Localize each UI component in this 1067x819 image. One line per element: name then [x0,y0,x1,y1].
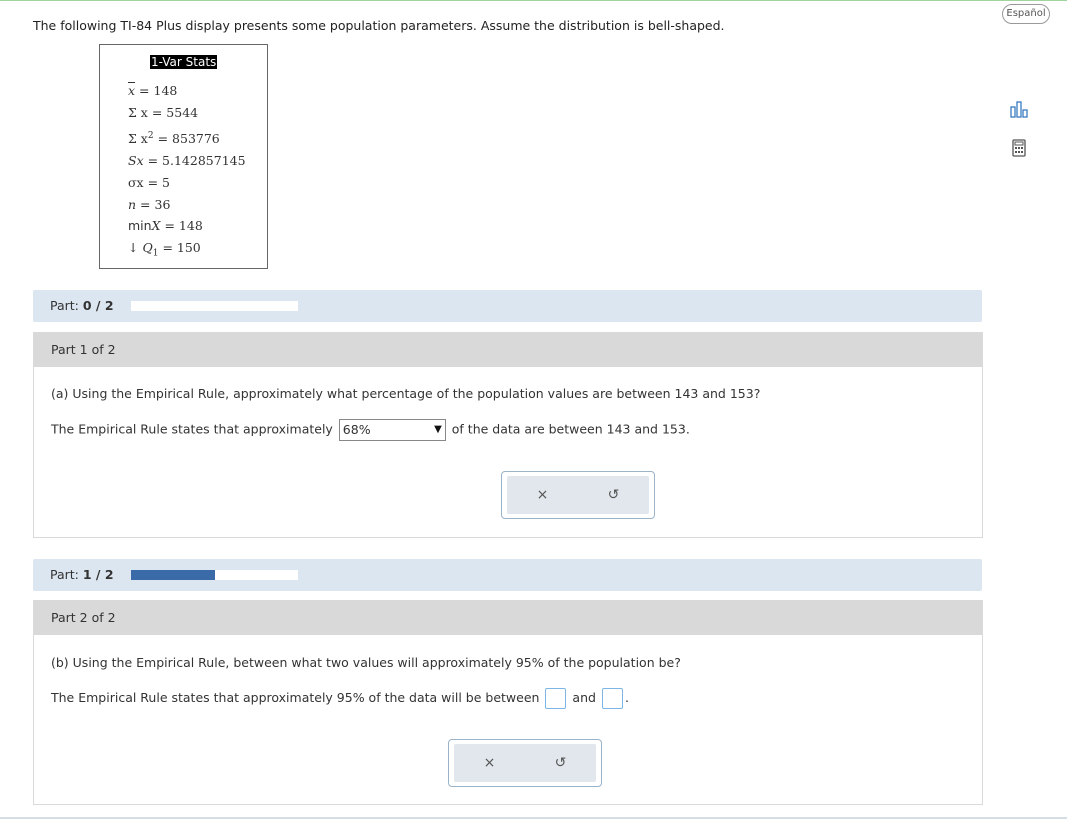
progress-track [131,301,298,311]
sum-x2-line: Σ x2 = 853776 [128,131,220,147]
sum-x-line: Σ x = 5544 [128,105,199,120]
question-text: The following TI-84 Plus display present… [33,18,725,33]
progress-track [131,570,298,580]
n-line: n = 36 [128,197,171,212]
calculator-title: 1-Var Stats [150,55,218,69]
part-2-question: (b) Using the Empirical Rule, between wh… [51,655,681,670]
undo-button[interactable]: ↺ [525,744,596,782]
sample-sd-line: Sx = 5.142857145 [128,153,246,168]
part-1-header: Part 1 of 2 [34,333,982,367]
clear-button[interactable]: × [507,476,578,514]
part-1-action-buttons: × ↺ [501,471,655,519]
min-line: minX = 148 [128,218,203,233]
part-2-answer-line: The Empirical Rule states that approxima… [51,688,629,709]
part-progress-bar-1: Part: 0 / 2 [33,290,982,322]
q1-line: ↓ Q1 = 150 [128,240,201,259]
part-2-header: Part 2 of 2 [34,601,982,635]
top-divider [0,0,1067,1]
language-button[interactable]: Español [1002,4,1050,24]
part-2-panel: Part 2 of 2 (b) Using the Empirical Rule… [33,600,983,805]
part-progress-bar-2: Part: 1 / 2 [33,559,982,591]
mean-line: x = 148 [128,83,178,98]
progress-fill [131,570,215,580]
ti84-display: 1-Var Stats x = 148 Σ x = 5544 Σ x2 = 85… [99,44,268,269]
percentage-dropdown[interactable]: 68% ▼ [338,419,446,441]
clear-button[interactable]: × [454,744,525,782]
part-progress-label: Part: 1 / 2 [50,567,114,582]
part-1-question: (a) Using the Empirical Rule, approximat… [51,386,761,401]
part-2-action-buttons: × ↺ [448,739,602,787]
part-1-panel: Part 1 of 2 (a) Using the Empirical Rule… [33,332,983,538]
dropdown-arrow-icon: ▼ [434,424,442,435]
calculator-icon[interactable] [1009,138,1029,158]
lower-value-input[interactable] [545,688,567,709]
data-chart-icon[interactable] [1009,99,1029,119]
population-sd-line: σx = 5 [128,175,170,190]
part-1-answer-line: The Empirical Rule states that approxima… [51,419,690,441]
part-progress-label: Part: 0 / 2 [50,298,114,313]
upper-value-input[interactable] [601,688,623,709]
undo-button[interactable]: ↺ [578,476,649,514]
